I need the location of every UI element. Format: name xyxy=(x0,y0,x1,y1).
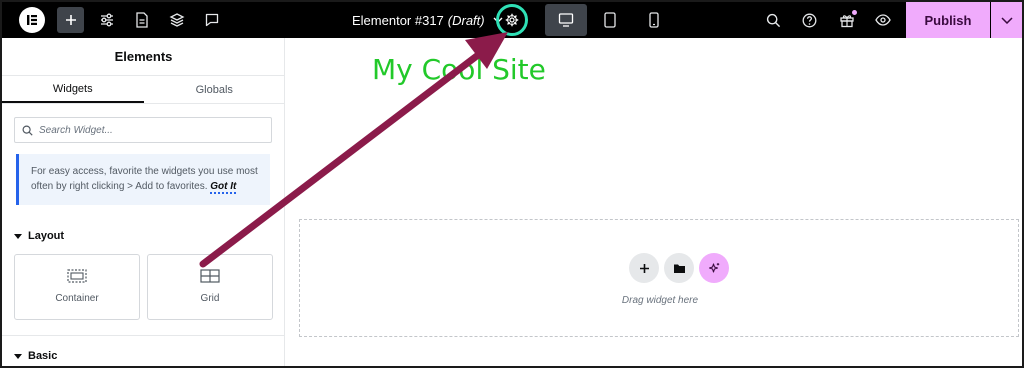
desktop-view-button[interactable] xyxy=(545,4,587,36)
help-icon xyxy=(802,13,816,27)
sparkle-icon xyxy=(708,262,719,273)
tab-globals[interactable]: Globals xyxy=(144,76,286,103)
search-icon xyxy=(22,124,33,136)
widget-grid[interactable]: Grid xyxy=(147,254,273,320)
preview-button[interactable] xyxy=(871,2,895,38)
whats-new-button[interactable] xyxy=(835,2,859,38)
layers-icon xyxy=(169,13,185,27)
site-settings-button[interactable] xyxy=(95,2,119,38)
gear-icon xyxy=(505,13,519,27)
caret-down-icon xyxy=(14,353,22,359)
widget-container-label: Container xyxy=(55,293,99,304)
widget-search[interactable] xyxy=(14,117,272,143)
section-layout-label: Layout xyxy=(28,230,65,242)
document-title-text: Elementor #317 xyxy=(352,12,444,28)
notification-dot xyxy=(852,10,857,15)
tablet-icon xyxy=(604,12,616,28)
elements-panel: Elements Widgets Globals For easy access… xyxy=(2,38,285,366)
got-it-link[interactable]: Got It xyxy=(210,181,237,194)
tab-widgets[interactable]: Widgets xyxy=(2,76,144,103)
section-basic[interactable]: Basic xyxy=(14,350,57,362)
mobile-icon xyxy=(649,12,659,28)
ai-generate-button[interactable] xyxy=(699,253,729,283)
widget-grid-label: Grid xyxy=(200,293,220,304)
favorites-notice: For easy access, favorite the widgets yo… xyxy=(16,154,270,205)
structure-button[interactable] xyxy=(165,2,189,38)
section-basic-label: Basic xyxy=(28,350,58,362)
page-settings-button[interactable] xyxy=(130,2,154,38)
top-bar: Elementor #317 (Draft) Publish xyxy=(2,2,1022,38)
elementor-logo-icon[interactable] xyxy=(19,7,45,33)
document-status: (Draft) xyxy=(447,12,485,28)
desktop-icon xyxy=(558,13,574,27)
panel-title: Elements xyxy=(2,38,285,76)
search-input[interactable] xyxy=(39,124,239,136)
eye-icon xyxy=(875,14,891,26)
section-layout[interactable]: Layout xyxy=(14,230,64,242)
chevron-down-icon xyxy=(1000,16,1013,24)
add-template-button[interactable] xyxy=(664,253,694,283)
panel-tabs: Widgets Globals xyxy=(2,76,285,104)
caret-down-icon xyxy=(14,233,22,239)
grid-icon xyxy=(200,269,220,283)
editor-window: Elementor #317 (Draft) Publish Elements … xyxy=(0,0,1024,368)
finder-button[interactable] xyxy=(761,2,785,38)
container-icon xyxy=(67,269,87,283)
empty-section-dropzone[interactable]: Drag widget here xyxy=(299,219,1019,337)
search-icon xyxy=(766,13,780,27)
sliders-icon xyxy=(101,13,113,27)
mobile-view-button[interactable] xyxy=(642,2,666,38)
document-title[interactable]: Elementor #317 (Draft) xyxy=(352,2,503,38)
widget-container[interactable]: Container xyxy=(14,254,140,320)
plus-icon xyxy=(65,15,76,25)
document-icon xyxy=(136,12,148,28)
site-title[interactable]: My Cool Site xyxy=(372,53,546,86)
document-settings-button[interactable] xyxy=(496,4,528,36)
editor-canvas: My Cool Site Drag widget here xyxy=(286,38,1022,366)
comment-icon xyxy=(205,13,219,27)
plus-icon xyxy=(639,263,649,273)
add-section-button[interactable] xyxy=(629,253,659,283)
notes-button[interactable] xyxy=(200,2,224,38)
publish-button[interactable]: Publish xyxy=(906,2,990,38)
section-divider xyxy=(2,335,285,336)
drop-hint: Drag widget here xyxy=(621,295,699,306)
publish-options-button[interactable] xyxy=(991,2,1022,38)
help-button[interactable] xyxy=(797,2,821,38)
add-element-button[interactable] xyxy=(57,7,84,33)
folder-icon xyxy=(673,264,685,273)
tablet-view-button[interactable] xyxy=(598,2,622,38)
